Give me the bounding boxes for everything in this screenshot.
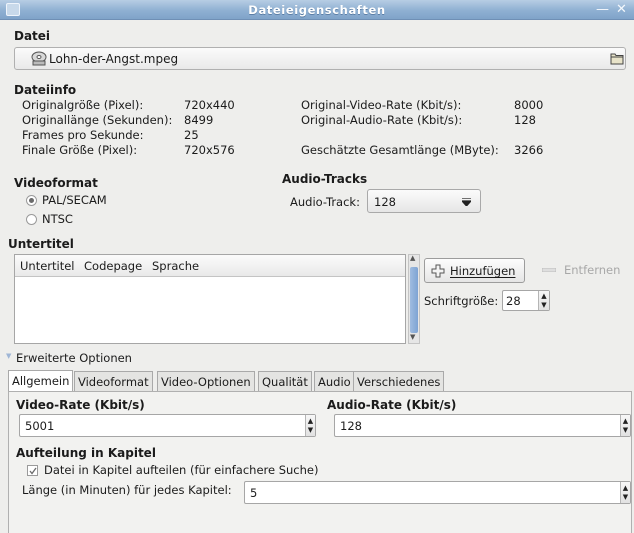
info-label: Frames pro Sekunde: [22,128,144,142]
column-header-untertitel[interactable]: Untertitel [20,259,75,273]
disc-file-icon [31,51,47,66]
info-label: Original-Audio-Rate (Kbit/s): [301,113,463,127]
add-subtitle-button[interactable]: Hinzufügen [424,258,525,283]
info-value: 128 [514,113,536,127]
tab-allgemein[interactable]: Allgemein [8,370,74,392]
audio-rate-spin-buttons[interactable]: ▲ ▼ [620,415,630,436]
scrollbar-thumb[interactable] [410,267,418,333]
subtitle-table-header: Untertitel Codepage Sprache [15,255,405,277]
tab-verschiedenes[interactable]: Verschiedenes [353,371,445,391]
window-titlebar[interactable]: Dateieigenschaften — ✕ [0,0,634,20]
kapitel-length-label: Länge (in Minuten) für jedes Kapitel: [22,483,232,497]
add-subtitle-label: Hinzufügen [450,264,516,278]
dropdown-arrow-icon [462,198,471,206]
file-chooser-field[interactable]: Lohn-der-Angst.mpeg [14,47,626,70]
kapitel-length-value: 5 [250,486,258,500]
kapitel-heading: Aufteilung in Kapitel [16,446,156,460]
minus-icon [542,268,556,272]
audio-track-label: Audio-Track: [290,195,360,209]
dateiinfo-heading: Dateiinfo [14,83,77,97]
remove-subtitle-button[interactable]: Entfernen [532,258,630,283]
audio-rate-spinbox[interactable]: 128 ▲ ▼ [334,414,631,437]
radio-label: NTSC [42,212,73,226]
videoformat-heading: Videoformat [14,176,98,190]
kapitel-length-spin-buttons[interactable]: ▲ ▼ [620,482,630,503]
spin-down-icon[interactable]: ▼ [306,426,315,434]
tab-video-optionen[interactable]: Video-Optionen [157,371,255,391]
advanced-options-expander[interactable]: ▼ Erweiterte Optionen [6,351,166,366]
info-value: 720x440 [184,98,235,112]
kapitel-length-spinbox[interactable]: 5 ▲ ▼ [244,481,631,504]
video-rate-label: Video-Rate (Kbit/s) [16,398,145,412]
tab-audio[interactable]: Audio [314,371,355,391]
kapitel-checkbox[interactable] [27,465,38,476]
info-value: 8499 [184,113,214,127]
font-size-label: Schriftgröße: [424,294,499,308]
tab-qualitaet[interactable]: Qualität [258,371,312,391]
expander-arrow-icon[interactable]: ▼ [6,352,11,360]
info-label: Originalgröße (Pixel): [22,98,144,112]
column-header-sprache[interactable]: Sprache [152,259,199,273]
minimize-button[interactable]: — [596,2,609,17]
tab-videoformat[interactable]: Videoformat [74,371,153,391]
info-value: 25 [184,128,199,142]
subtitle-table[interactable]: Untertitel Codepage Sprache [14,254,406,344]
radio-ntsc[interactable]: NTSC [26,212,186,227]
info-label: Finale Größe (Pixel): [22,143,138,157]
remove-subtitle-label: Entfernen [564,263,621,277]
spin-up-icon[interactable]: ▲ [621,417,630,425]
scroll-up-icon[interactable]: ▲ [410,254,415,262]
info-value: 3266 [514,143,544,157]
font-size-spin-buttons[interactable]: ▲ ▼ [538,291,549,310]
font-size-value: 28 [506,294,521,308]
info-label: Original-Video-Rate (Kbit/s): [301,98,462,112]
kapitel-checkbox-label: Datei in Kapitel aufteilen (für einfache… [44,463,319,477]
file-name: Lohn-der-Angst.mpeg [49,52,179,66]
spin-up-icon[interactable]: ▲ [621,484,630,492]
info-label: Originallänge (Sekunden): [22,113,173,127]
untertitel-heading: Untertitel [8,237,74,251]
checkmark-icon [29,467,37,475]
spin-up-icon[interactable]: ▲ [306,417,315,425]
info-value: 8000 [514,98,544,112]
info-label: Geschätzte Gesamtlänge (MByte): [301,143,499,157]
font-size-spinbox[interactable]: 28 ▲ ▼ [502,290,550,311]
folder-icon[interactable] [610,52,624,65]
video-rate-value: 5001 [25,419,55,433]
close-button[interactable]: ✕ [616,2,627,17]
tab-panel-allgemein [8,391,632,533]
column-header-codepage[interactable]: Codepage [84,259,142,273]
video-rate-spin-buttons[interactable]: ▲ ▼ [305,415,315,436]
radio-pal-secam[interactable]: PAL/SECAM [26,193,186,208]
radio-indicator[interactable] [26,214,37,225]
video-rate-spinbox[interactable]: 5001 ▲ ▼ [19,414,316,437]
spin-down-icon[interactable]: ▼ [539,301,549,309]
kapitel-checkbox-row[interactable]: Datei in Kapitel aufteilen (für einfache… [27,463,347,478]
spin-up-icon[interactable]: ▲ [539,292,549,300]
radio-indicator[interactable] [26,195,37,206]
spin-down-icon[interactable]: ▼ [621,426,630,434]
audio-rate-value: 128 [340,419,362,433]
radio-label: PAL/SECAM [42,193,107,207]
audio-rate-label: Audio-Rate (Kbit/s) [327,398,457,412]
audio-track-select[interactable]: 128 [367,189,481,213]
audio-track-value: 128 [374,195,396,209]
plus-icon [431,264,445,278]
subtitle-table-scrollbar[interactable]: ▲ ▼ [408,254,420,344]
info-value: 720x576 [184,143,235,157]
audio-tracks-heading: Audio-Tracks [282,172,368,186]
spin-down-icon[interactable]: ▼ [621,493,630,501]
advanced-options-label: Erweiterte Optionen [16,351,132,365]
datei-heading: Datei [14,29,51,43]
window-title: Dateieigenschaften [248,3,386,17]
scroll-down-icon[interactable]: ▼ [410,333,415,341]
